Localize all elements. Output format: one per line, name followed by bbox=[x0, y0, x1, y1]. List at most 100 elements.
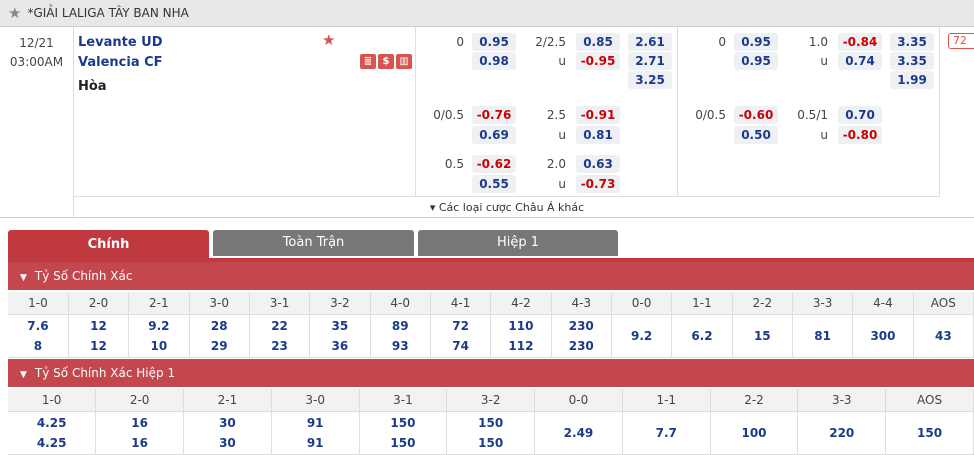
score-odds-pair[interactable]: 7.6 8 bbox=[8, 314, 69, 358]
tab-bar: Chính Toàn Trận Hiệp 1 bbox=[0, 218, 974, 262]
away-odd[interactable]: 8 bbox=[8, 336, 68, 356]
away-odd[interactable]: 12 bbox=[69, 336, 128, 356]
score-odds-pair[interactable]: 30 30 bbox=[183, 411, 272, 455]
score-odd[interactable]: 7.7 bbox=[622, 411, 711, 455]
handicap-odd[interactable]: 0.98 bbox=[472, 52, 516, 70]
home-odd[interactable]: 35 bbox=[310, 316, 369, 336]
x12-odd[interactable]: 2.61 bbox=[628, 33, 672, 51]
home-odd[interactable]: 110 bbox=[491, 316, 550, 336]
over-under-odd[interactable]: -0.73 bbox=[576, 175, 620, 193]
score-odd[interactable]: 220 bbox=[797, 411, 887, 455]
tab-first-half[interactable]: Hiệp 1 bbox=[418, 230, 618, 256]
over-under-odd[interactable]: -0.80 bbox=[838, 126, 882, 144]
stats-icon[interactable]: ≣ bbox=[360, 54, 376, 69]
home-odd[interactable]: 22 bbox=[250, 316, 309, 336]
over-under-odd[interactable]: 0.85 bbox=[576, 33, 620, 51]
score-odd[interactable]: 9.2 bbox=[611, 314, 673, 358]
over-under-odd[interactable]: -0.84 bbox=[838, 33, 882, 51]
x12-odd[interactable]: 3.35 bbox=[890, 52, 934, 70]
home-odd[interactable]: 91 bbox=[272, 413, 359, 433]
score-odds-pair[interactable]: 9.2 10 bbox=[128, 314, 190, 358]
odds-icon[interactable]: $ bbox=[378, 54, 394, 69]
score-odds-pair[interactable]: 89 93 bbox=[370, 314, 431, 358]
over-under-odd[interactable]: 0.70 bbox=[838, 106, 882, 124]
x12-odd[interactable]: 3.25 bbox=[628, 71, 672, 89]
handicap-odd[interactable]: 0.69 bbox=[472, 126, 516, 144]
home-odd[interactable]: 89 bbox=[371, 316, 430, 336]
score-odd[interactable]: 150 bbox=[885, 411, 974, 455]
away-odd[interactable]: 29 bbox=[190, 336, 249, 356]
score-header: 3-1 bbox=[249, 292, 311, 315]
score-odd[interactable]: 2.49 bbox=[534, 411, 623, 455]
handicap-odd[interactable]: -0.62 bbox=[472, 155, 516, 173]
away-odd[interactable]: 230 bbox=[552, 336, 611, 356]
home-odd[interactable]: 12 bbox=[69, 316, 128, 336]
x12-odd[interactable]: 3.35 bbox=[890, 33, 934, 51]
score-odds-pair[interactable]: 28 29 bbox=[189, 314, 250, 358]
away-odd[interactable]: 93 bbox=[371, 336, 430, 356]
away-odd[interactable]: 150 bbox=[360, 433, 447, 453]
score-odds-pair[interactable]: 35 36 bbox=[309, 314, 371, 358]
over-under-odd[interactable]: 0.81 bbox=[576, 126, 620, 144]
home-odd[interactable]: 150 bbox=[360, 413, 447, 433]
score-odds-pair[interactable]: 22 23 bbox=[249, 314, 311, 358]
handicap-odd[interactable]: -0.76 bbox=[472, 106, 516, 124]
home-odd[interactable]: 16 bbox=[96, 413, 183, 433]
score-odds-pair[interactable]: 12 12 bbox=[68, 314, 130, 358]
first-half-market: 0 0.95 1.0 -0.84 3.35 0.95 u 0.74 3.35 1.99 0/0.5-… bbox=[678, 27, 940, 196]
over-under-odd[interactable]: -0.91 bbox=[576, 106, 620, 124]
home-odd[interactable]: 9.2 bbox=[129, 316, 188, 336]
more-asian-bets-link[interactable]: ▾ Các loại cược Châu Á khác bbox=[74, 196, 940, 218]
home-odd[interactable]: 72 bbox=[431, 316, 490, 336]
away-odd[interactable]: 112 bbox=[491, 336, 550, 356]
score-odd[interactable]: 300 bbox=[852, 314, 914, 358]
handicap-odd[interactable]: 0.95 bbox=[734, 33, 778, 51]
away-odd[interactable]: 150 bbox=[447, 433, 534, 453]
handicap-odd[interactable]: 0.95 bbox=[734, 52, 778, 70]
home-odd[interactable]: 28 bbox=[190, 316, 249, 336]
score-odds-pair[interactable]: 150 150 bbox=[359, 411, 448, 455]
home-odd[interactable]: 4.25 bbox=[8, 413, 95, 433]
tab-full-match[interactable]: Toàn Trận bbox=[213, 230, 414, 256]
chart-icon[interactable]: ▥ bbox=[396, 54, 412, 69]
away-odd[interactable]: 36 bbox=[310, 336, 369, 356]
over-under-odd[interactable]: 0.63 bbox=[576, 155, 620, 173]
handicap-odd[interactable]: 0.50 bbox=[734, 126, 778, 144]
away-odd[interactable]: 23 bbox=[250, 336, 309, 356]
over-under-odd[interactable]: 0.74 bbox=[838, 52, 882, 70]
score-odds-pair[interactable]: 230 230 bbox=[551, 314, 612, 358]
score-odd[interactable]: 100 bbox=[710, 411, 799, 455]
live-badge[interactable]: 72 bbox=[948, 33, 974, 49]
away-odd[interactable]: 4.25 bbox=[8, 433, 95, 453]
away-odd[interactable]: 30 bbox=[184, 433, 271, 453]
section-correct-score-half[interactable]: ▼ Tỷ Số Chính Xác Hiệp 1 bbox=[8, 359, 974, 387]
score-odds-pair[interactable]: 4.25 4.25 bbox=[8, 411, 97, 455]
handicap-odd[interactable]: 0.95 bbox=[472, 33, 516, 51]
handicap-odd[interactable]: 0.55 bbox=[472, 175, 516, 193]
away-odd[interactable]: 16 bbox=[96, 433, 183, 453]
score-odd[interactable]: 6.2 bbox=[671, 314, 733, 358]
x12-odd[interactable]: 1.99 bbox=[890, 71, 934, 89]
home-odd[interactable]: 230 bbox=[552, 316, 611, 336]
away-odd[interactable]: 10 bbox=[129, 336, 188, 356]
score-odd[interactable]: 81 bbox=[792, 314, 854, 358]
away-odd[interactable]: 74 bbox=[431, 336, 490, 356]
over-under-odd[interactable]: -0.95 bbox=[576, 52, 620, 70]
star-icon[interactable]: ★ bbox=[8, 4, 21, 22]
favorite-star-icon[interactable]: ★ bbox=[322, 31, 335, 49]
home-odd[interactable]: 150 bbox=[447, 413, 534, 433]
score-odds-pair[interactable]: 72 74 bbox=[430, 314, 492, 358]
section-correct-score[interactable]: ▼ Tỷ Số Chính Xác bbox=[8, 262, 974, 290]
score-odds-pair[interactable]: 150 150 bbox=[446, 411, 536, 455]
score-odd[interactable]: 43 bbox=[913, 314, 974, 358]
score-odds-pair[interactable]: 110 112 bbox=[490, 314, 552, 358]
score-odds-pair[interactable]: 16 16 bbox=[95, 411, 185, 455]
home-team[interactable]: Levante UD bbox=[78, 33, 415, 53]
away-odd[interactable]: 91 bbox=[272, 433, 359, 453]
x12-odd[interactable]: 2.71 bbox=[628, 52, 672, 70]
score-odd[interactable]: 15 bbox=[732, 314, 793, 358]
home-odd[interactable]: 30 bbox=[184, 413, 271, 433]
score-odds-pair[interactable]: 91 91 bbox=[271, 411, 360, 455]
home-odd[interactable]: 7.6 bbox=[8, 316, 68, 336]
handicap-odd[interactable]: -0.60 bbox=[734, 106, 778, 124]
